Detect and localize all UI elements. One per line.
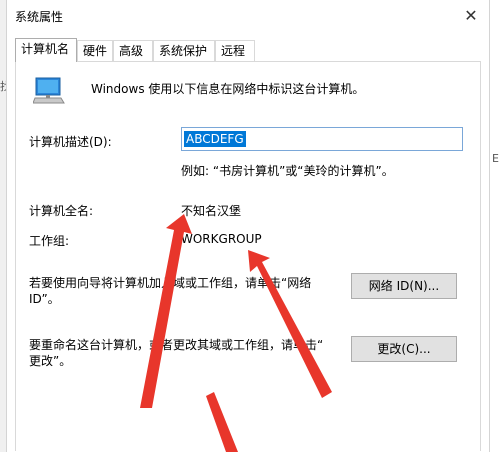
arrow-to-full-name	[140, 214, 192, 408]
arrow-to-workgroup	[248, 250, 332, 398]
tab-computer-name[interactable]: 计算机名	[15, 38, 77, 62]
annotation-arrows	[140, 214, 332, 452]
arrow-bottom	[206, 392, 238, 452]
